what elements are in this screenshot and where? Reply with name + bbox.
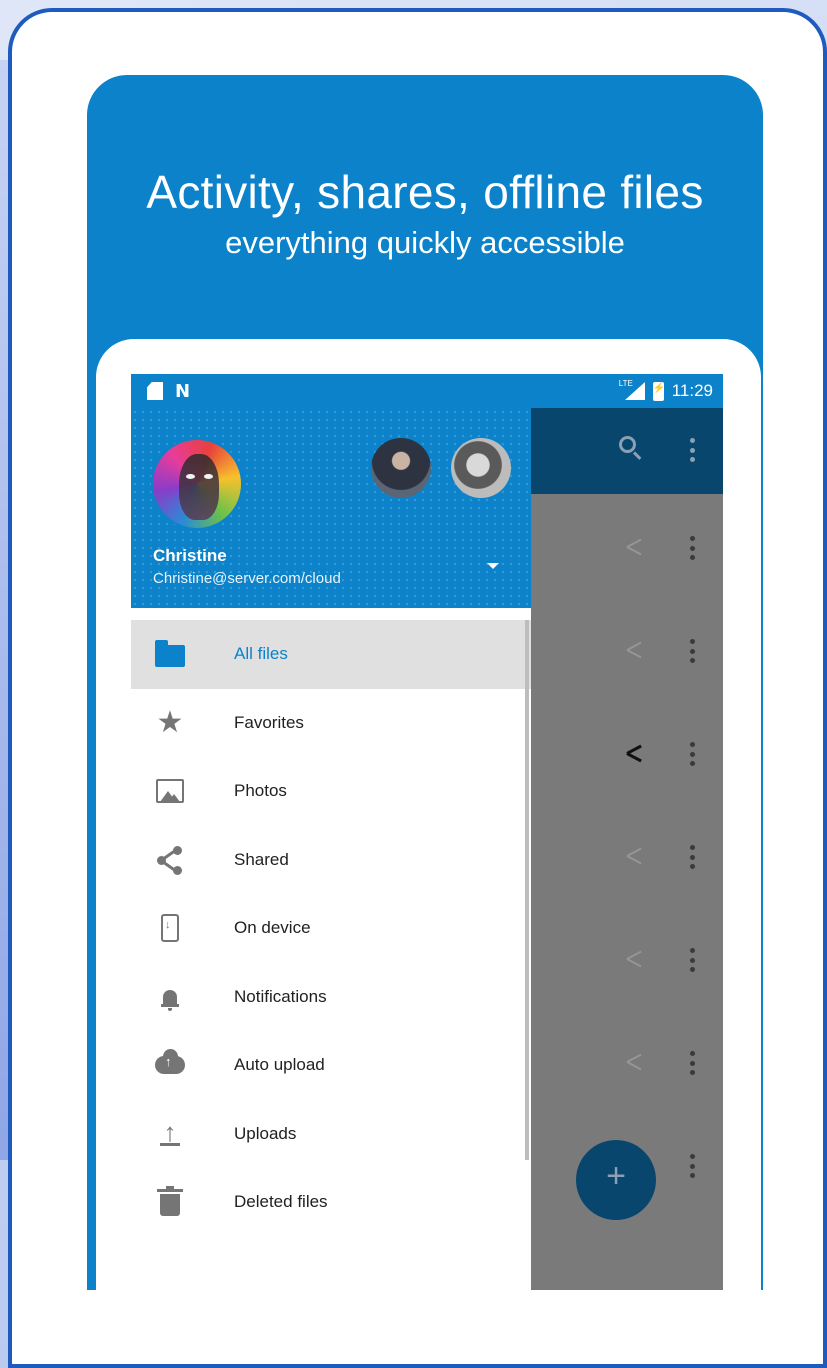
menu-item-label: Favorites (234, 712, 304, 732)
menu-item-label: Uploads (234, 1123, 297, 1143)
photo-icon (155, 776, 185, 806)
menu-item-label: Notifications (234, 986, 327, 1006)
current-account-avatar[interactable] (151, 438, 243, 530)
upload-icon: ↑ (155, 1119, 185, 1149)
share-icon[interactable] (623, 536, 645, 558)
drawer-header: Christine Christine@server.com/cloud (131, 408, 531, 608)
device-frame: N LTE 11:29 (96, 339, 761, 1290)
menu-item-deleted-files[interactable]: Deleted files (131, 1168, 531, 1237)
menu-item-label: Auto upload (234, 1055, 325, 1075)
menu-item-on-device[interactable]: On device (131, 894, 531, 963)
share-icon[interactable] (623, 948, 645, 970)
share-icon[interactable] (623, 1051, 645, 1073)
file-menu-icon[interactable] (689, 536, 695, 560)
menu-item-notifications[interactable]: Notifications (131, 963, 531, 1032)
share-icon[interactable] (623, 845, 645, 867)
file-menu-icon[interactable] (689, 639, 695, 663)
drawer-scrollbar[interactable] (525, 620, 529, 1160)
trash-icon (155, 1186, 185, 1217)
bell-icon (155, 982, 185, 1012)
menu-item-label: Deleted files (234, 1192, 328, 1212)
overflow-menu-icon[interactable] (689, 438, 695, 462)
file-menu-icon[interactable] (689, 1154, 695, 1178)
file-menu-icon[interactable] (689, 948, 695, 972)
promo-subhead: everything quickly accessible (225, 225, 625, 260)
nextcloud-notification-icon: N (175, 380, 191, 402)
other-account-avatar[interactable] (371, 438, 431, 498)
other-account-avatar[interactable] (451, 438, 511, 498)
menu-item-auto-upload[interactable]: Auto upload (131, 1031, 531, 1100)
share-icon[interactable] (623, 639, 645, 661)
sd-card-icon (147, 382, 163, 400)
menu-item-uploads[interactable]: ↑ Uploads (131, 1100, 531, 1169)
status-bar: N LTE 11:29 (131, 374, 723, 408)
app-toolbar (531, 408, 723, 494)
account-email: Christine@server.com/cloud (153, 570, 341, 587)
status-time: 11:29 (671, 381, 713, 400)
file-menu-icon[interactable] (689, 742, 695, 766)
navigation-drawer: Christine Christine@server.com/cloud All… (131, 408, 531, 1290)
file-menu-icon[interactable] (689, 1051, 695, 1075)
menu-item-label: On device (234, 918, 311, 938)
promo-card: Activity, shares, offline files everythi… (87, 75, 763, 1290)
add-fab-button[interactable]: + (576, 1140, 656, 1220)
menu-item-label: Shared (234, 849, 289, 869)
menu-item-shared[interactable]: Shared (131, 826, 531, 895)
menu-item-photos[interactable]: Photos (131, 757, 531, 826)
account-dropdown-icon[interactable] (487, 563, 499, 569)
star-icon: ★ (156, 704, 184, 740)
file-menu-icon[interactable] (689, 845, 695, 869)
menu-item-label: All files (234, 644, 288, 664)
search-icon[interactable] (619, 436, 645, 462)
share-icon[interactable] (623, 742, 645, 764)
menu-item-all-files[interactable]: All files (131, 620, 531, 689)
signal-icon: LTE (619, 379, 645, 400)
account-name: Christine (153, 546, 227, 565)
cloud-upload-icon (155, 1049, 185, 1080)
battery-icon (652, 381, 665, 401)
menu-item-favorites[interactable]: ★ Favorites (131, 689, 531, 758)
share-icon (155, 845, 185, 875)
promo-headline: Activity, shares, offline files (146, 166, 704, 218)
menu-item-label: Photos (234, 781, 287, 801)
folder-icon (155, 639, 185, 669)
drawer-menu: All files ★ Favorites Photos Shared ↓ On… (131, 620, 531, 1237)
device-download-icon (155, 913, 185, 943)
